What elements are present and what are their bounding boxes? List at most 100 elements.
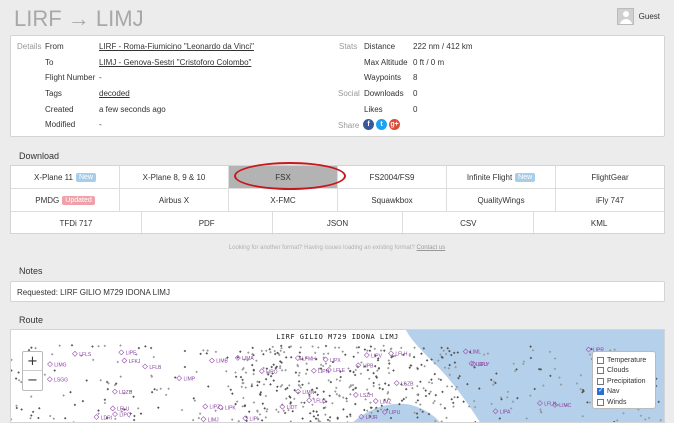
download-infinite-flight-button[interactable]: Infinite Flight New [447,166,556,188]
waypoint-marker [365,388,369,391]
waypoint-marker [103,401,107,405]
waypoint-marker [235,400,239,403]
airport-label: LIMN [302,390,314,396]
google-plus-icon[interactable]: g+ [389,119,400,130]
waypoint-marker [427,381,431,384]
waypoint-marker [445,385,449,388]
waypoint-marker [347,367,350,370]
download-x-plane-8-9-10-button[interactable]: X-Plane 8, 9 & 10 [120,166,229,188]
waypoint-marker [301,417,304,420]
layer-checkbox[interactable] [597,356,604,364]
max-altitude-label: Max Altitude [364,58,408,67]
waypoint-marker [132,418,136,422]
layer-checkbox[interactable] [597,398,604,406]
waypoint-marker [356,351,360,355]
layer-checkbox[interactable] [597,377,604,385]
waypoint-marker [420,352,423,355]
layer-label: Temperature [607,356,647,364]
user-name[interactable]: Guest [639,12,660,21]
layer-checkbox[interactable] [597,386,604,396]
waypoint-marker [408,366,411,369]
layer-checkbox[interactable] [597,367,604,375]
waypoint-marker [273,349,276,353]
waypoint-marker [230,418,234,421]
waypoint-marker [234,371,237,374]
waypoint-marker [324,413,327,416]
airport-marker [393,380,400,387]
tag-link[interactable]: decoded [99,89,130,99]
download-airbus-x-button[interactable]: Airbus X [120,189,229,211]
to-airport-link[interactable]: LIMJ - Genova-Sestri "Cristoforo Colombo… [99,58,251,68]
waypoint-marker [366,349,369,352]
map-canvas[interactable]: LFLGLFLHLFLULFLBLFLELFMHLFLYLFLSLFLNLFJR… [11,330,665,423]
twitter-icon[interactable]: t [376,119,387,130]
waypoint-marker [456,396,459,399]
route-map[interactable]: LFLG LFLH LFLU LFLB LFLE LFMH LFLY LFLS LFLN LFJR… [10,329,665,423]
waypoint-marker [450,398,453,401]
waypoint-marker [282,409,286,412]
download-format-label: X-Plane 8, 9 & 10 [142,172,206,182]
user-menu[interactable]: Guest [616,8,660,25]
waypoint-marker [352,370,355,374]
download-kml-button[interactable]: KML [534,212,664,235]
layer-precipitation-option[interactable]: Precipitation [597,376,651,387]
waypoint-marker [264,394,268,398]
download-squawkbox-button[interactable]: Squawkbox [338,189,447,211]
download-fs2004-fs9-button[interactable]: FS2004/FS9 [338,166,447,188]
layer-nav-option[interactable]: Nav [597,386,651,398]
waypoint-marker [197,416,201,420]
layer-winds-option[interactable]: Winds [597,397,651,408]
download-qualitywings-button[interactable]: QualityWings [447,189,556,211]
waypoint-marker [240,385,244,389]
download-format-label: PDF [198,219,215,228]
contact-us-link[interactable]: Contact us [417,245,446,251]
download-tfdi-717-button[interactable]: TFDi 717 [11,212,142,235]
waypoint-marker [53,369,56,372]
download-pmdg-button[interactable]: PMDG Updated [11,189,120,211]
waypoint-marker [99,378,102,382]
download-ifly-747-button[interactable]: iFly 747 [556,189,664,211]
waypoint-marker [377,383,381,386]
airport-label: LIPU [389,410,401,416]
airport-label: LIPX [330,358,342,364]
zoom-in-button[interactable]: + [23,352,42,371]
waypoint-marker [432,401,435,405]
waypoint-marker [285,397,288,400]
download-pdf-button[interactable]: PDF [142,212,273,235]
download-json-button[interactable]: JSON [273,212,404,235]
from-airport-link[interactable]: LIRF - Roma-Fiumicino "Leonardo da Vinci… [99,42,254,52]
waypoint-marker [48,414,52,418]
waypoint-marker [275,408,278,411]
modified-label: Modified [45,120,76,129]
download-x-plane-11-button[interactable]: X-Plane 11 New [11,166,120,188]
waypoint-marker [345,400,349,403]
new-badge: New [515,172,536,182]
airport-label: LIMA [242,356,254,362]
facebook-icon[interactable]: f [363,119,374,130]
airport-label: LSGG [54,377,68,383]
download-format-label: JSON [326,219,349,228]
waypoint-marker [97,345,100,348]
waypoint-marker [305,368,309,372]
waypoints-label: Waypoints [364,73,402,82]
waypoint-marker [58,344,61,347]
download-x-fmc-button[interactable]: X-FMC [229,189,338,211]
waypoint-marker [381,387,385,391]
avatar[interactable] [616,8,634,25]
waypoint-marker [206,349,209,352]
download-csv-button[interactable]: CSV [403,212,535,235]
download-flightgear-button[interactable]: FlightGear [556,166,664,188]
waypoint-marker [419,403,422,406]
layer-clouds-option[interactable]: Clouds [597,366,651,377]
waypoint-marker [439,403,442,406]
waypoints-value: 8 [413,73,418,82]
waypoint-marker [424,394,428,398]
zoom-out-button[interactable]: − [23,371,42,390]
waypoint-marker [234,375,238,379]
waypoint-marker [280,369,284,372]
waypoint-marker [434,393,438,397]
waypoint-marker [334,390,337,393]
download-fsx-button[interactable]: FSX [229,166,338,188]
layer-temperature-option[interactable]: Temperature [597,355,651,366]
waypoint-marker [351,388,355,392]
